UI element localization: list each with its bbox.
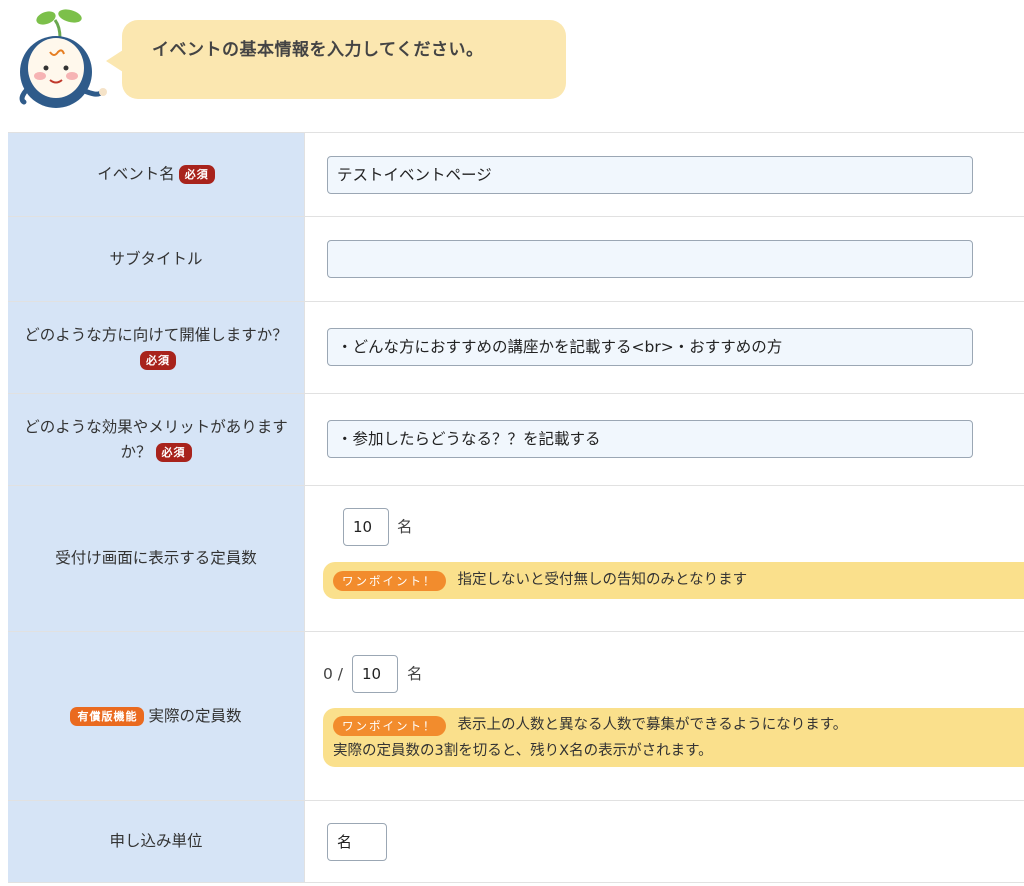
row-display-capacity: 受付け画面に表示する定員数 10 名 ワンポイント！ 指定しないと受付無しの告知の… [8,486,1024,632]
label-cell: イベント名 必須 [8,133,305,216]
label-cell: どのような方に向けて開催しますか？ 必須 [8,302,305,393]
tip-text-line2: 実際の定員数の3割を切ると、残りX名の表示がされます。 [333,742,713,759]
tip-box: ワンポイント！ 表示上の人数と異なる人数で募集ができるようになります。 実際の定員… [323,708,1024,767]
row-subtitle: サブタイトル [8,217,1024,302]
header: イベントの基本情報を入力してください。 [0,0,1024,120]
tip-badge: ワンポイント！ [333,715,446,736]
current-count: 0 / [323,665,344,683]
tip-badge: ワンポイント！ [333,570,446,591]
actual-capacity-input[interactable]: 10 [352,655,398,693]
display-capacity-input[interactable]: 10 [343,508,389,546]
required-badge: 必須 [140,350,176,370]
subtitle-input[interactable] [327,240,973,278]
display-capacity-label: 受付け画面に表示する定員数 [55,549,257,567]
benefits-input[interactable]: ・参加したらどうなる？？を記載する [327,420,973,458]
label-cell: 申し込み単位 [8,801,305,882]
application-unit-select[interactable]: 名 [327,823,387,861]
field-cell: 名 [305,801,1024,882]
actual-capacity-unit: 名 [407,665,423,683]
sprout-mascot-icon [19,9,107,108]
label-cell: どのような効果やメリットがありますか？ 必須 [8,394,305,485]
row-event-name: イベント名 必須 テストイベントページ [8,133,1024,217]
field-cell [305,217,1024,301]
event-name-input[interactable]: テストイベントページ [327,156,973,194]
row-actual-capacity: 有償版機能 実際の定員数 0 / 10 名 ワンポイント！ 表示上の人数と異なる人数… [8,632,1024,801]
row-benefits: どのような効果やメリットがありますか？ 必須 ・参加したらどうなる？？を記載する [8,394,1024,486]
label-cell: 受付け画面に表示する定員数 [8,486,305,631]
field-cell: 10 名 ワンポイント！ 指定しないと受付無しの告知のみとなります [305,486,1024,631]
tip-text: 表示上の人数と異なる人数で募集ができるようになります。 [457,717,848,733]
row-application-unit: 申し込み単位 名 [8,801,1024,883]
application-unit-label: 申し込み単位 [109,832,203,850]
event-name-label: イベント名 [97,165,175,183]
field-cell: 0 / 10 名 ワンポイント！ 表示上の人数と異なる人数で募集ができるようになり… [305,632,1024,800]
tip-text: 指定しないと受付無しの告知のみとなります [457,572,748,588]
field-cell: ・どんな方におすすめの講座かを記載する<br>・おすすめの方 [305,302,1024,393]
actual-capacity-label: 実際の定員数 [148,706,242,725]
required-badge: 必須 [178,165,215,184]
tip-box: ワンポイント！ 指定しないと受付無しの告知のみとなります [323,562,1024,599]
label-cell: サブタイトル [8,217,305,301]
field-cell: テストイベントページ [305,133,1024,216]
display-capacity-unit: 名 [397,518,413,536]
target-audience-label: どのような方に向けて開催しますか？ [24,325,288,344]
event-info-form: イベント名 必須 テストイベントページ サブタイトル どのような方に向けて開催しま… [8,132,1024,883]
paid-feature-badge: 有償版機能 [70,706,145,726]
target-audience-input[interactable]: ・どんな方におすすめの講座かを記載する<br>・おすすめの方 [327,328,973,366]
speech-bubble: イベントの基本情報を入力してください。 [106,20,566,99]
field-cell: ・参加したらどうなる？？を記載する [305,394,1024,485]
speech-text: イベントの基本情報を入力してください。 [152,40,484,60]
subtitle-label: サブタイトル [109,249,203,268]
row-target-audience: どのような方に向けて開催しますか？ 必須 ・どんな方におすすめの講座かを記載する<… [8,302,1024,394]
label-cell: 有償版機能 実際の定員数 [8,632,305,800]
required-badge: 必須 [155,442,192,462]
